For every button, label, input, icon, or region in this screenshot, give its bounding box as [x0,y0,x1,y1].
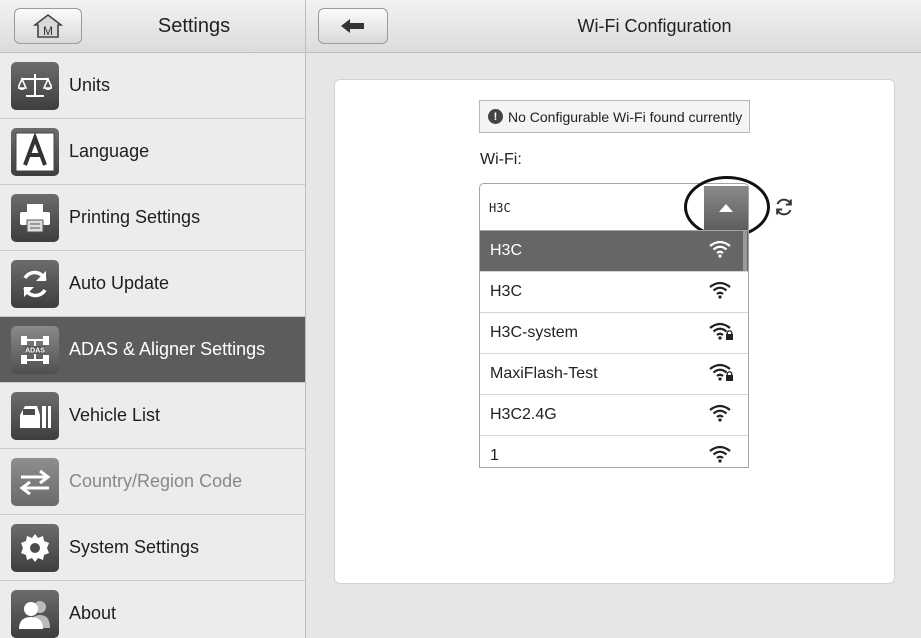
scale-icon [11,61,59,110]
menu-item-label: About [69,603,117,623]
wifi-option-name: H3C2.4G [490,406,557,423]
notice-text: No Configurable Wi-Fi found currently [508,108,743,125]
wifi-option-name: 1 [490,447,499,464]
menu-item-adas-aligner-settings[interactable]: ADAS ADAS & Aligner Settings [0,317,305,383]
menu-item-vehicle-list[interactable]: Vehicle List [0,383,305,449]
vehicle-list-icon [11,391,59,440]
wifi-signal-icon [708,444,734,468]
no-wifi-notice: ! No Configurable Wi-Fi found currently [479,100,750,133]
page-title: Wi-Fi Configuration [577,16,732,36]
wifi-option[interactable]: H3C [480,231,748,272]
wifi-option[interactable]: H3C-system [480,313,748,354]
home-icon: M [33,13,63,38]
menu-item-about[interactable]: About [0,581,305,638]
refresh-wifi-button[interactable] [772,195,796,219]
menu-item-auto-update[interactable]: Auto Update [0,251,305,317]
menu-item-label: Units [69,75,111,95]
gear-icon [11,523,59,572]
adas-icon: ADAS [11,325,59,374]
menu-item-label: Auto Update [69,273,170,293]
wifi-option[interactable]: H3C2.4G [480,395,748,436]
wifi-signal-icon [708,403,734,428]
language-a-icon [11,127,59,176]
wifi-select[interactable]: H3C [479,183,749,231]
wifi-locked-icon [708,321,734,346]
user-group-icon [11,589,59,638]
back-arrow-icon [341,19,364,33]
wifi-option[interactable]: MaxiFlash-Test [480,354,748,395]
content-header: Wi-Fi Configuration [306,0,921,53]
menu-item-units[interactable]: Units [0,53,305,119]
wifi-option-name: H3C [490,242,523,259]
menu-item-system-settings[interactable]: System Settings [0,515,305,581]
wifi-option[interactable]: 1 [480,436,748,468]
menu-item-label: ADAS & Aligner Settings [69,339,266,359]
wifi-option[interactable]: H3C [480,272,748,313]
settings-sidebar: M Settings Units Language Printing Setting… [0,0,306,638]
dropdown-scrollbar[interactable] [743,231,747,271]
svg-text:ADAS: ADAS [25,347,45,354]
wifi-label: Wi-Fi: [480,151,522,168]
refresh-icon [776,198,792,216]
printer-icon [11,193,59,242]
wifi-signal-icon [708,280,734,305]
menu-item-language[interactable]: Language [0,119,305,185]
sidebar-title: Settings [157,15,231,37]
menu-item-label: Country/Region Code [69,471,243,491]
info-icon: ! [488,109,503,124]
refresh-arrows-icon [11,259,59,308]
menu-item-label: Vehicle List [69,405,161,425]
wifi-locked-icon [708,362,734,387]
menu-item-printing-settings[interactable]: Printing Settings [0,185,305,251]
wifi-config-panel: ! No Configurable Wi-Fi found currently … [334,79,895,584]
wifi-signal-icon [708,239,734,264]
home-button[interactable]: M [14,8,82,44]
svg-text:M: M [43,24,53,38]
menu-item-label: Printing Settings [69,207,201,227]
wifi-option-name: H3C-system [490,324,579,341]
wifi-option-name: MaxiFlash-Test [490,365,598,382]
wifi-select-value: H3C [489,201,511,215]
swap-arrows-icon [11,457,59,506]
wifi-option-name: H3C [490,283,523,300]
back-button[interactable] [318,8,388,44]
sidebar-header: M Settings [0,0,305,53]
menu-item-country-region-code[interactable]: Country/Region Code [0,449,305,515]
triangle-up-icon [719,204,733,212]
menu-item-label: Language [69,141,150,161]
dropdown-toggle-button[interactable] [704,186,748,230]
settings-menu: Units Language Printing Settings Auto Updat… [0,53,305,638]
wifi-dropdown-list[interactable]: H3C H3C H3C-system MaxiFlash-Test H3C2.4G 1 [479,230,749,468]
menu-item-label: System Settings [69,537,200,557]
